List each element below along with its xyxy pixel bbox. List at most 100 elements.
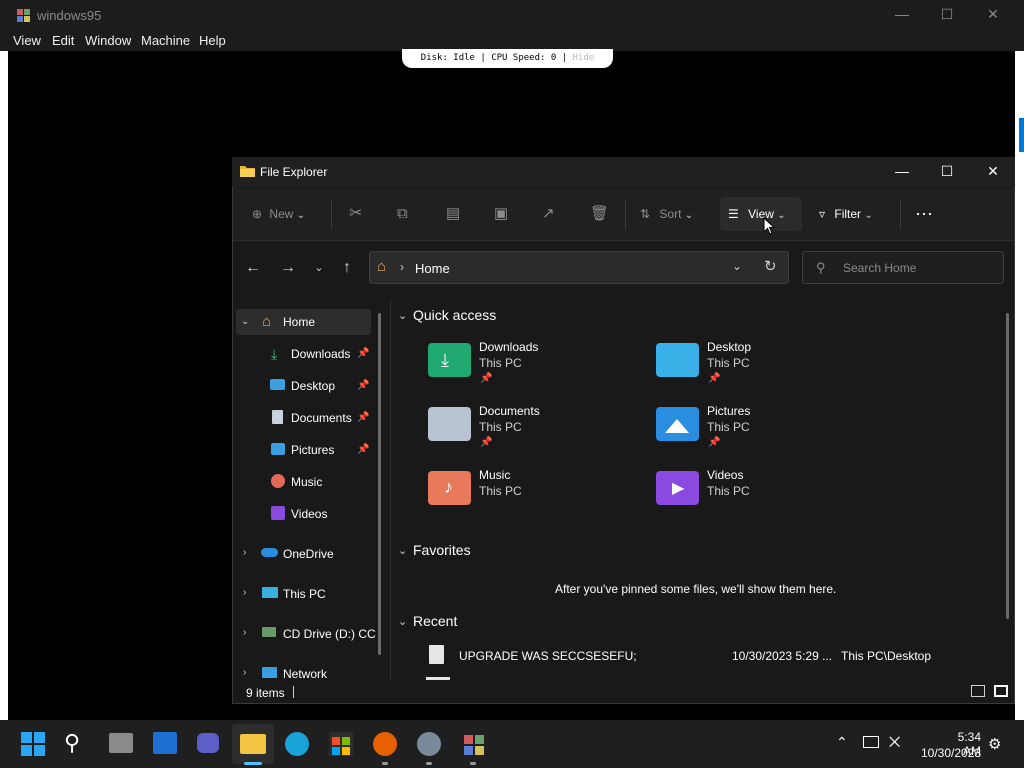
nav-item-pictures[interactable]: Pictures	[291, 443, 334, 457]
menu-edit[interactable]: Edit	[52, 33, 74, 48]
chevron-down-icon: ⌄	[684, 210, 694, 221]
clock-date[interactable]: 10/30/2023	[921, 746, 981, 760]
explorer-close-button[interactable]: ✕	[978, 160, 1008, 182]
back-arrow-icon[interactable]: ←	[243, 259, 263, 277]
rename-icon[interactable]: ▣	[494, 203, 508, 225]
nav-item-desktop[interactable]: Desktop	[291, 379, 335, 393]
host-close-button[interactable]: ✕	[978, 6, 1008, 26]
qa-pictures-name[interactable]: Pictures	[707, 404, 750, 418]
expand-chevron-icon[interactable]: ›	[243, 587, 246, 598]
address-dropdown-icon[interactable]: ⌄	[732, 259, 742, 273]
sort-button[interactable]: ⇅ Sort ⌄	[640, 203, 693, 225]
search-taskbar-icon[interactable]: ⚲	[64, 730, 80, 756]
store-icon[interactable]	[329, 732, 353, 756]
collapse-chevron-icon[interactable]: ⌄	[398, 615, 407, 628]
menu-view[interactable]: View	[13, 33, 41, 48]
details-view-icon[interactable]	[971, 685, 985, 697]
recent-file-name[interactable]: UPGRADE WAS SECCSESEFU;	[459, 649, 637, 663]
videos-icon	[271, 506, 285, 520]
filter-icon: ▿	[819, 207, 826, 221]
nav-item-cd-drive[interactable]: CD Drive (D:) CC	[283, 627, 376, 641]
breadcrumb-chevron-icon: ›	[400, 260, 404, 274]
file-explorer-taskbar-icon[interactable]	[240, 734, 266, 754]
home-icon: ⌂	[377, 258, 387, 275]
new-button[interactable]: ⊕ New ⌄	[252, 203, 305, 225]
menu-help[interactable]: Help	[199, 33, 226, 48]
pin-icon: 📌	[357, 444, 370, 455]
text-file-icon	[429, 645, 444, 664]
recent-file-location: This PC\Desktop	[841, 649, 932, 663]
edge-browser-icon[interactable]	[285, 732, 309, 756]
expand-chevron-icon[interactable]: ›	[243, 627, 246, 638]
nav-item-home[interactable]: Home	[283, 315, 315, 329]
collapse-chevron-icon[interactable]: ⌄	[398, 309, 407, 322]
expand-chevron-icon[interactable]: ⌄	[241, 316, 249, 327]
nav-item-videos[interactable]: Videos	[291, 507, 327, 521]
settings-gear-icon[interactable]	[417, 732, 441, 756]
cut-icon[interactable]: ✂	[349, 203, 362, 225]
teams-chat-icon[interactable]	[197, 733, 219, 753]
home-icon: ⌂	[262, 313, 272, 330]
refresh-icon[interactable]: ↻	[764, 257, 777, 275]
quick-access-header[interactable]: Quick access	[413, 307, 496, 323]
qa-music-name[interactable]: Music	[479, 468, 510, 482]
windows95-logo-icon	[17, 9, 30, 22]
qa-documents-name[interactable]: Documents	[479, 404, 540, 418]
nav-item-music[interactable]: Music	[291, 475, 322, 489]
qa-downloads-name[interactable]: Downloads	[479, 340, 538, 354]
desktop-folder-icon[interactable]	[656, 343, 699, 377]
expand-chevron-icon[interactable]: ›	[243, 667, 246, 678]
notification-icon[interactable]: ⚙	[988, 735, 1001, 753]
nav-item-onedrive[interactable]: OneDrive	[283, 547, 334, 561]
delete-icon[interactable]: 🗑	[590, 203, 609, 225]
windows95-app-icon[interactable]	[461, 731, 487, 757]
collapse-chevron-icon[interactable]: ⌄	[398, 544, 407, 557]
host-minimize-button[interactable]: —	[887, 6, 917, 26]
menu-machine[interactable]: Machine	[141, 33, 190, 48]
show-hidden-icons-chevron-icon[interactable]: ⌃	[836, 734, 848, 751]
emulator-status-text: Disk: Idle | CPU Speed: 0 |	[420, 53, 568, 63]
explorer-maximize-button[interactable]: ☐	[932, 160, 962, 182]
qa-videos-name[interactable]: Videos	[707, 468, 743, 482]
menu-window[interactable]: Window	[85, 33, 131, 48]
tiles-view-icon[interactable]	[994, 685, 1008, 697]
nav-item-this-pc[interactable]: This PC	[283, 587, 326, 601]
copy-icon[interactable]: ⧉	[397, 203, 408, 225]
nav-item-documents[interactable]: Documents	[291, 411, 352, 425]
forward-arrow-icon[interactable]: →	[278, 259, 298, 277]
volume-muted-icon[interactable]: ⨉	[889, 734, 900, 751]
start-button-windows-icon[interactable]	[20, 731, 46, 757]
up-arrow-icon[interactable]: ↑	[337, 259, 357, 277]
recent-locations-chevron-icon[interactable]: ⌄	[309, 259, 329, 277]
network-status-icon[interactable]	[863, 736, 879, 748]
nav-pane-scrollbar[interactable]	[378, 313, 381, 655]
task-view-icon[interactable]	[109, 733, 133, 753]
more-options-icon[interactable]: ⋯	[915, 203, 933, 225]
view-button[interactable]: ☰ View ⌄	[728, 203, 786, 225]
content-scrollbar[interactable]	[1006, 313, 1009, 619]
qa-desktop-location: This PC	[707, 356, 750, 370]
qa-desktop-name[interactable]: Desktop	[707, 340, 751, 354]
plus-circle-icon: ⊕	[252, 207, 263, 221]
host-maximize-button[interactable]: ☐	[932, 6, 962, 26]
explorer-minimize-button[interactable]: —	[887, 160, 917, 182]
nav-item-downloads[interactable]: Downloads	[291, 347, 350, 361]
host-titlebar	[0, 0, 1024, 31]
nav-item-network[interactable]: Network	[283, 667, 327, 681]
breadcrumb-home[interactable]: Home	[415, 261, 450, 276]
expand-chevron-icon[interactable]: ›	[243, 547, 246, 558]
chevron-down-icon: ⌄	[777, 210, 786, 221]
recent-header[interactable]: Recent	[413, 613, 457, 629]
downloads-folder-icon[interactable]	[428, 343, 471, 377]
firefox-icon[interactable]	[373, 732, 397, 756]
hide-status-link[interactable]: Hide	[573, 53, 595, 63]
explorer-title: File Explorer	[260, 165, 328, 179]
favorites-header[interactable]: Favorites	[413, 542, 471, 558]
share-icon[interactable]: ↗	[542, 203, 555, 225]
filter-button[interactable]: ▿ Filter ⌄	[819, 203, 873, 225]
widgets-icon[interactable]	[153, 732, 177, 754]
documents-folder-icon[interactable]	[428, 407, 471, 441]
paste-icon[interactable]: ▤	[446, 203, 460, 225]
music-note-icon: ♪	[444, 477, 453, 497]
chevron-down-icon: ⌄	[864, 210, 873, 221]
